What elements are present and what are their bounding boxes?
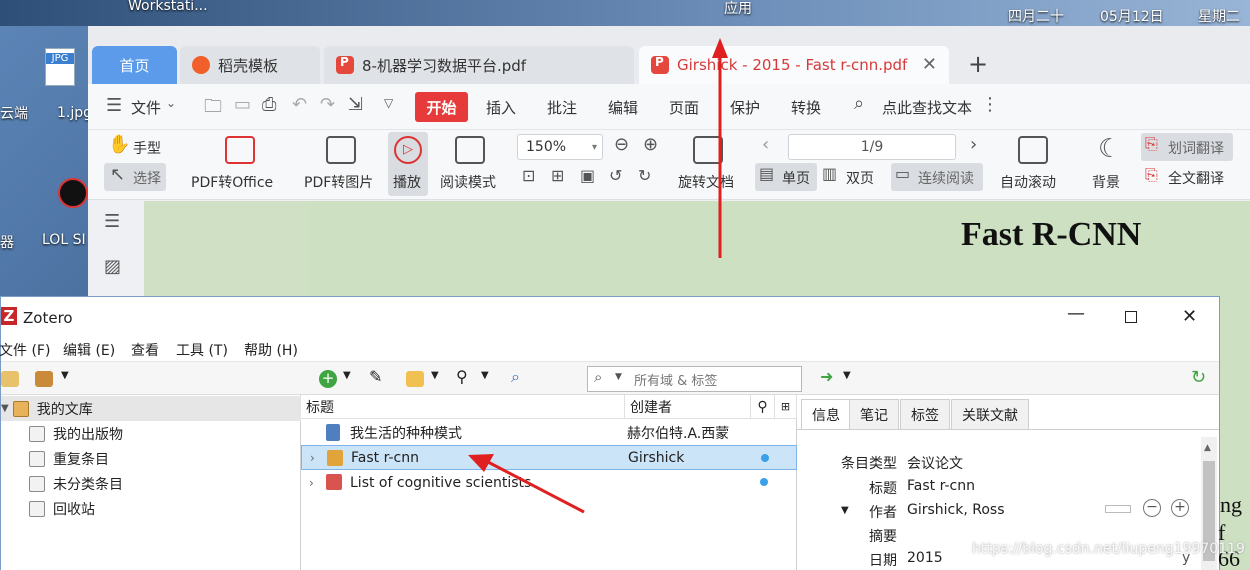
watermark: https://blog.csdn.net/liupeng19970119 — [972, 541, 1245, 557]
annotation-arrows — [468, 38, 728, 514]
arrow-head-up — [712, 38, 728, 58]
arrow-line-left — [487, 460, 585, 514]
